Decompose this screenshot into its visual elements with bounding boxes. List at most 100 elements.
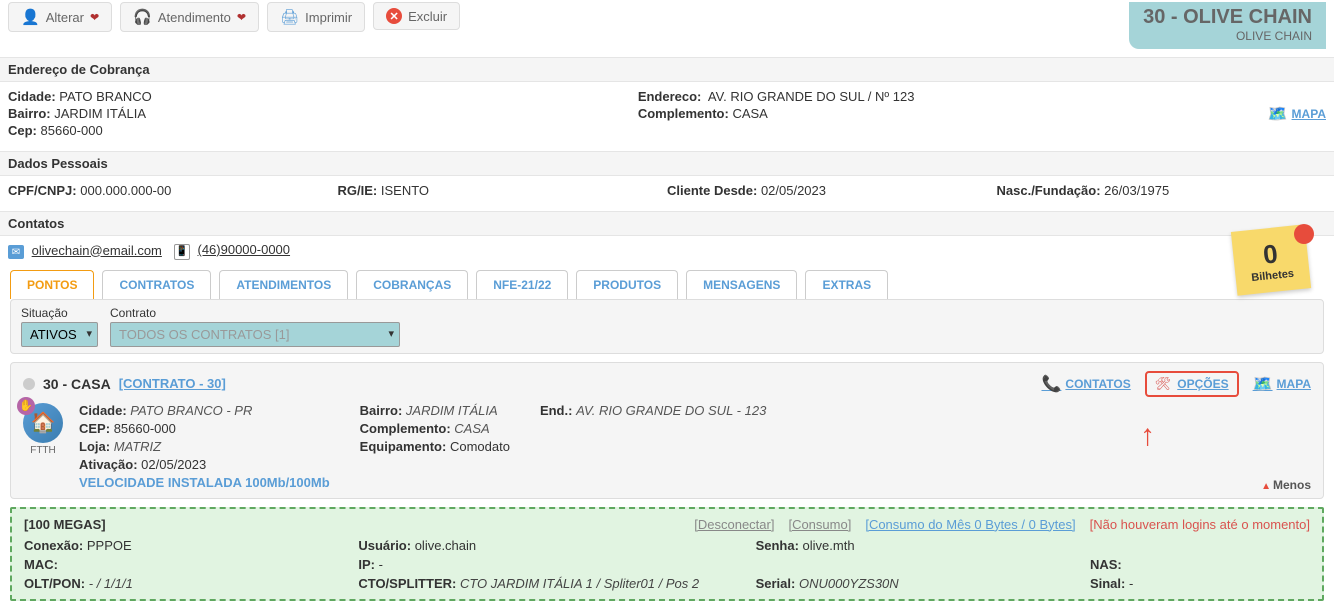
- c-ativ-label: Ativação:: [79, 457, 138, 472]
- phone-link[interactable]: (46)90000-0000: [198, 242, 291, 257]
- menos-toggle[interactable]: ▲Menos: [1261, 478, 1311, 492]
- senha-value: olive.mth: [803, 538, 855, 553]
- contract-title: 30 - CASA: [43, 376, 111, 392]
- serial-label: Serial:: [756, 576, 796, 591]
- contrato-filter-label: Contrato: [110, 306, 400, 320]
- c-equip-label: Equipamento:: [360, 439, 447, 454]
- cep-value: 85660-000: [41, 123, 103, 138]
- no-login-text: [Não houveram logins até o momento]: [1090, 517, 1310, 532]
- connection-box: [100 MEGAS] [Desconectar] [Consumo] [Con…: [10, 507, 1324, 601]
- contatos-action[interactable]: 📞 CONTATOS: [1041, 374, 1130, 394]
- contract-link[interactable]: [CONTRATO - 30]: [119, 376, 226, 391]
- cpf-value: 000.000.000-00: [80, 183, 171, 198]
- olt-value: - / 1/1/1: [89, 576, 133, 591]
- client-name: OLIVE CHAIN: [1143, 29, 1312, 43]
- status-dot: [23, 378, 35, 390]
- olt-label: OLT/PON:: [24, 576, 85, 591]
- email-icon: ✉: [8, 245, 24, 259]
- opcoes-action[interactable]: OPÇÕES: [1177, 377, 1228, 391]
- c-end-label: End.:: [540, 403, 573, 418]
- atendimento-label: Atendimento: [158, 10, 231, 25]
- conexao-label: Conexão:: [24, 538, 83, 553]
- contatos-section-title: Contatos: [0, 211, 1334, 236]
- plan-label: [100 MEGAS]: [24, 517, 106, 532]
- email-link[interactable]: olivechain@email.com: [32, 243, 162, 258]
- headset-icon: 🎧: [133, 8, 152, 26]
- c-compl-label: Complemento:: [360, 421, 451, 436]
- complemento-label: Complemento:: [638, 106, 729, 121]
- toolbar: 👤 Alterar ❤ 🎧 Atendimento ❤ 🖨 Imprimir ✕…: [0, 0, 1334, 51]
- c-cep-label: CEP:: [79, 421, 110, 436]
- tab-cobrancas[interactable]: COBRANÇAS: [356, 270, 468, 299]
- desconectar-link[interactable]: [Desconectar]: [694, 517, 774, 532]
- atendimento-button[interactable]: 🎧 Atendimento ❤: [120, 2, 259, 32]
- ftth-label: FTTH: [30, 445, 56, 456]
- printer-icon: 🖨: [280, 8, 299, 26]
- sinal-value: -: [1129, 576, 1133, 591]
- mapa-link[interactable]: MAPA: [1292, 107, 1326, 121]
- usuario-label: Usuário:: [358, 538, 411, 553]
- speed-label: VELOCIDADE INSTALADA 100Mb/100Mb: [79, 475, 330, 490]
- dados-section: CPF/CNPJ: 000.000.000-00 RG/IE: ISENTO C…: [0, 176, 1334, 205]
- c-compl-value: CASA: [454, 421, 489, 436]
- tab-atendimentos[interactable]: ATENDIMENTOS: [219, 270, 348, 299]
- nas-label: NAS:: [1090, 557, 1122, 572]
- contract-box: 30 - CASA [CONTRATO - 30] 📞 CONTATOS 🛠 O…: [10, 362, 1324, 499]
- consumo-link[interactable]: [Consumo]: [788, 517, 851, 532]
- serial-value: ONU000YZS30N: [799, 576, 899, 591]
- bilhetes-count: 0: [1262, 238, 1280, 270]
- phone-circle-icon: 📞: [1041, 374, 1061, 394]
- contrato-select[interactable]: TODOS OS CONTRATOS [1]: [110, 322, 400, 347]
- client-id-name: 30 - OLIVE CHAIN: [1143, 6, 1312, 29]
- phone-icon: 📱: [174, 244, 190, 260]
- nasc-label: Nasc./Fundação:: [997, 183, 1101, 198]
- mapa-action[interactable]: 🗺️ MAPA: [1253, 374, 1311, 394]
- excluir-button[interactable]: ✕ Excluir: [373, 2, 460, 30]
- bilhetes-label: Bilhetes: [1251, 267, 1295, 283]
- endereco-value: AV. RIO GRANDE DO SUL / Nº 123: [708, 89, 915, 104]
- desde-label: Cliente Desde:: [667, 183, 757, 198]
- cep-label: Cep:: [8, 123, 37, 138]
- tab-mensagens[interactable]: MENSAGENS: [686, 270, 797, 299]
- bilhetes-sticky[interactable]: 0 Bilhetes: [1234, 228, 1314, 298]
- c-cidade-value: PATO BRANCO - PR: [130, 403, 252, 418]
- mac-label: MAC:: [24, 557, 58, 572]
- tab-pontos[interactable]: PONTOS: [10, 270, 94, 299]
- situacao-label: Situação: [21, 306, 98, 320]
- tab-extras[interactable]: EXTRAS: [805, 270, 888, 299]
- chevron-down-icon: ❤: [90, 11, 99, 24]
- alterar-button[interactable]: 👤 Alterar ❤: [8, 2, 112, 32]
- tab-produtos[interactable]: PRODUTOS: [576, 270, 678, 299]
- ftth-badge: ✋ FTTH: [23, 403, 63, 490]
- opcoes-highlight: 🛠 OPÇÕES: [1145, 371, 1239, 397]
- triangle-up-icon: ▲: [1261, 481, 1271, 492]
- map-icon: 🗺️: [1268, 104, 1288, 124]
- c-equip-value: Comodato: [450, 439, 510, 454]
- conexao-value: PPPOE: [87, 538, 132, 553]
- contatos-section: ✉ olivechain@email.com 📱 (46)90000-0000 …: [0, 236, 1334, 266]
- pin-icon: [1294, 224, 1314, 244]
- usuario-value: olive.chain: [415, 538, 476, 553]
- desde-value: 02/05/2023: [761, 183, 826, 198]
- c-bairro-label: Bairro:: [360, 403, 403, 418]
- sinal-label: Sinal:: [1090, 576, 1125, 591]
- c-cidade-label: Cidade:: [79, 403, 127, 418]
- ip-value: -: [379, 557, 383, 572]
- filters: Situação ATIVOS Contrato TODOS OS CONTRA…: [10, 299, 1324, 354]
- ip-label: IP:: [358, 557, 375, 572]
- cpf-label: CPF/CNPJ:: [8, 183, 77, 198]
- consumo-mes-link[interactable]: [Consumo do Mês 0 Bytes / 0 Bytes]: [865, 517, 1075, 532]
- map-icon: 🗺️: [1253, 374, 1273, 394]
- dados-section-title: Dados Pessoais: [0, 151, 1334, 176]
- bairro-value: JARDIM ITÁLIA: [54, 106, 146, 121]
- imprimir-button[interactable]: 🖨 Imprimir: [267, 2, 365, 32]
- chevron-down-icon: ❤: [237, 11, 246, 24]
- situacao-select[interactable]: ATIVOS: [21, 322, 98, 347]
- endereco-section-title: Endereço de Cobrança: [0, 57, 1334, 82]
- tab-contratos[interactable]: CONTRATOS: [102, 270, 211, 299]
- hand-icon: ✋: [17, 397, 35, 415]
- tab-nfe[interactable]: NFE-21/22: [476, 270, 568, 299]
- c-cep-value: 85660-000: [114, 421, 176, 436]
- tools-icon: 🛠: [1155, 376, 1172, 392]
- rg-label: RG/IE:: [338, 183, 378, 198]
